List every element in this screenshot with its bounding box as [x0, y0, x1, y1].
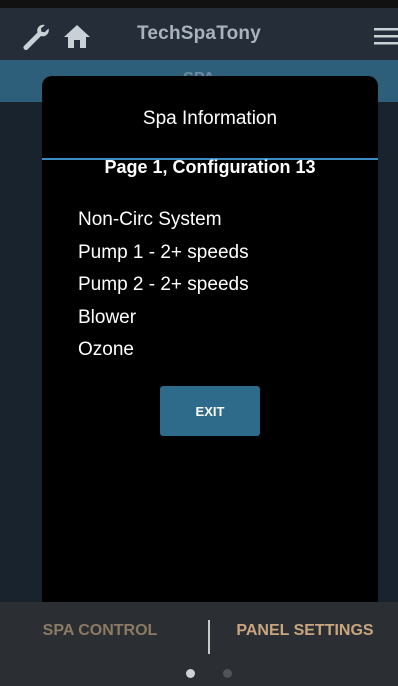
page-indicator [0, 660, 398, 686]
bottom-tab-bar: SPA CONTROL PANEL SETTINGS [0, 602, 398, 660]
list-item: Pump 2 - 2+ speeds [78, 274, 249, 295]
configuration-list: Non-Circ System Pump 1 - 2+ speeds Pump … [78, 204, 249, 367]
dialog-subtitle: Page 1, Configuration 13 [104, 157, 316, 177]
tab-spa-control[interactable]: SPA CONTROL [0, 602, 200, 660]
tab-divider [208, 620, 210, 654]
list-item: Pump 1 - 2+ speeds [78, 241, 249, 263]
exit-button[interactable]: EXIT [160, 386, 260, 436]
list-item: Non-Circ System [78, 209, 222, 230]
tab-panel-settings[interactable]: PANEL SETTINGS [212, 602, 398, 660]
spa-information-dialog: Spa Information Page 1, Configuration 13… [42, 76, 378, 622]
hamburger-menu-icon[interactable] [374, 26, 398, 46]
list-item: Ozone [78, 339, 134, 360]
dialog-title: Spa Information [142, 108, 278, 129]
page-dot-active[interactable] [186, 669, 195, 678]
top-app-bar: TechSpaTony [0, 8, 398, 60]
list-item: Blower [78, 306, 137, 328]
page-dot[interactable] [223, 669, 232, 678]
app-title: TechSpaTony [137, 23, 261, 44]
status-strip [0, 0, 398, 8]
